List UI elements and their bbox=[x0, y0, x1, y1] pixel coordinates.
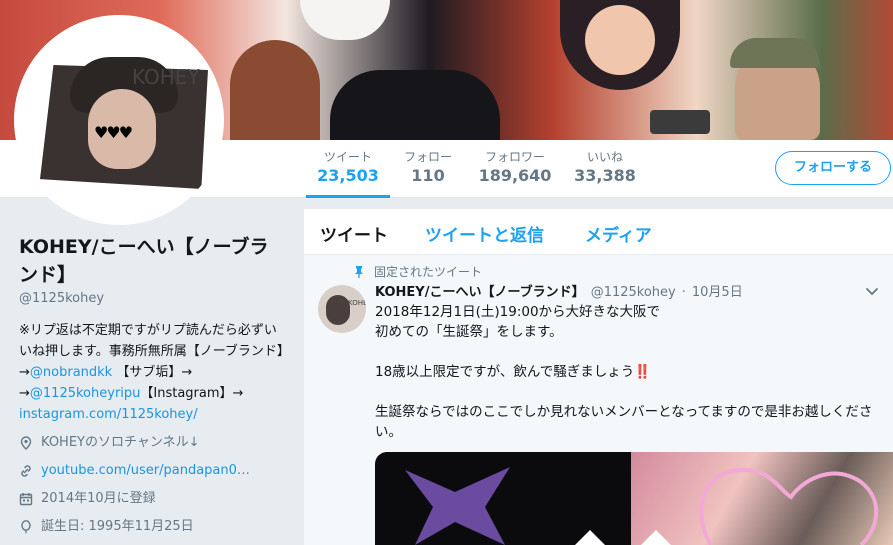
tweet-media-image-right[interactable] bbox=[631, 452, 893, 545]
stat-followers[interactable]: フォロワー 189,640 bbox=[474, 150, 556, 198]
follow-button[interactable]: フォローする bbox=[775, 151, 891, 185]
bio-link-nobrand[interactable]: @nobrandkk bbox=[30, 365, 112, 380]
bio-text: 【サブ垢】→ bbox=[112, 365, 193, 380]
stat-tweets[interactable]: ツイート 23,503 bbox=[306, 150, 390, 198]
profile-url: youtube.com/user/pandapan0… bbox=[19, 461, 289, 481]
calendar-icon bbox=[19, 493, 33, 506]
tweet-media[interactable] bbox=[375, 452, 893, 545]
pinned-tweet[interactable]: 固定されたツイート KOHEY KOHEY/こーへい【ノーブランド】 @1125… bbox=[304, 255, 893, 545]
tweet-avatar[interactable]: KOHEY bbox=[318, 285, 366, 333]
location-text: KOHEYのソロチャンネル↓ bbox=[41, 435, 200, 450]
timeline: ツイート ツイートと返信 メディア 固定されたツイート KOHEY KOHEY/… bbox=[304, 209, 893, 545]
stat-value: 23,503 bbox=[317, 166, 379, 185]
bio-link-instagram[interactable]: instagram.com/1125kohey/ bbox=[19, 407, 198, 422]
tweet-avatar-text: KOHEY bbox=[348, 299, 366, 307]
location-icon bbox=[20, 436, 32, 450]
profile-avatar[interactable]: ♥♥♥ KOHEY bbox=[14, 15, 224, 225]
tweet-date[interactable]: 10月5日 bbox=[692, 281, 743, 300]
stat-value: 189,640 bbox=[478, 166, 552, 185]
tweet-text: 2018年12月1日(土)19:00から大好きな大阪で 初めての「生誕祭」をしま… bbox=[375, 304, 873, 440]
stat-label: フォロワー bbox=[484, 150, 545, 164]
bio-text: 【Instagram】→ bbox=[140, 386, 244, 401]
heart-frame-icon bbox=[641, 467, 879, 545]
birthday-text: 誕生日: 1995年11月25日 bbox=[41, 519, 194, 534]
pinned-label: 固定されたツイート bbox=[354, 263, 482, 280]
tab-tweets[interactable]: ツイート bbox=[320, 221, 388, 246]
joined-text: 2014年10月に登録 bbox=[41, 491, 156, 506]
tab-media[interactable]: メディア bbox=[585, 221, 652, 246]
tweet-author-name[interactable]: KOHEY/こーへい【ノーブランド】 bbox=[375, 281, 585, 300]
timeline-tabs: ツイート ツイートと返信 メディア bbox=[304, 209, 893, 255]
profile-url-link[interactable]: youtube.com/user/pandapan0… bbox=[41, 461, 250, 481]
stat-value: 33,388 bbox=[574, 166, 636, 185]
bio-link-sub[interactable]: @1125koheyripu bbox=[30, 386, 140, 401]
profile-handle: @1125kohey bbox=[19, 291, 105, 306]
stat-following[interactable]: フォロー 110 bbox=[398, 150, 458, 198]
stat-value: 110 bbox=[411, 166, 445, 185]
stat-label: ツイート bbox=[323, 150, 372, 164]
link-icon bbox=[21, 465, 31, 477]
tweet-separator: · bbox=[681, 285, 686, 300]
heart-sunglasses-icon: ♥♥♥ bbox=[94, 123, 133, 142]
stat-label: いいね bbox=[586, 150, 623, 164]
stat-likes[interactable]: いいね 33,388 bbox=[572, 150, 638, 198]
tweet-header: KOHEY/こーへい【ノーブランド】 @1125kohey · 10月5日 bbox=[375, 281, 743, 300]
profile-birthday: 誕生日: 1995年11月25日 bbox=[19, 517, 289, 537]
profile-bio: ※リプ返は不定期ですがリプ読んだら必ずいいね押します。事務所無所属【ノーブランド… bbox=[19, 323, 284, 422]
stat-label: フォロー bbox=[403, 150, 452, 164]
profile-display-name: KOHEY/こーへい【ノーブランド】 bbox=[19, 236, 269, 286]
star-graphic-icon bbox=[405, 467, 605, 545]
tab-tweets-replies[interactable]: ツイートと返信 bbox=[425, 221, 544, 246]
profile-joined: 2014年10月に登録 bbox=[19, 489, 289, 509]
pinned-text: 固定されたツイート bbox=[374, 265, 483, 279]
chevron-down-icon[interactable] bbox=[864, 283, 880, 299]
balloon-icon bbox=[21, 520, 31, 534]
tweet-media-image-left[interactable] bbox=[375, 452, 631, 545]
avatar-logo-text: KOHEY bbox=[132, 65, 200, 89]
profile-location: KOHEYのソロチャンネル↓ bbox=[19, 433, 289, 453]
pin-icon bbox=[355, 265, 363, 278]
tweet-author-handle[interactable]: @1125kohey bbox=[591, 285, 676, 300]
